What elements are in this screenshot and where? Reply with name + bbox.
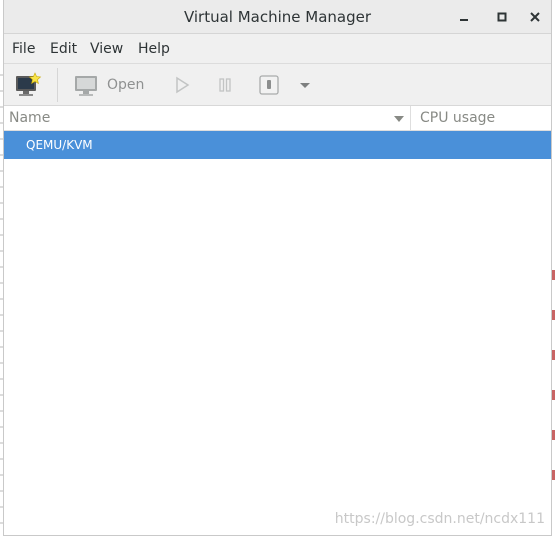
column-header: Name CPU usage xyxy=(4,106,551,131)
connection-row[interactable]: QEMU/KVM xyxy=(4,131,551,159)
minimize-icon xyxy=(460,19,468,21)
column-name-label: Name xyxy=(9,110,51,126)
new-vm-button[interactable] xyxy=(14,72,42,98)
toolbar: Open xyxy=(4,64,551,106)
monitor-icon xyxy=(75,76,97,96)
close-button[interactable] xyxy=(526,8,544,26)
maximize-icon xyxy=(497,12,507,22)
chevron-down-icon xyxy=(300,83,310,88)
shutdown-dropdown-button[interactable] xyxy=(297,72,313,98)
power-icon xyxy=(259,75,279,95)
column-cpu-usage[interactable]: CPU usage xyxy=(412,106,551,131)
open-button-label[interactable]: Open xyxy=(107,64,144,106)
shutdown-button[interactable] xyxy=(257,72,281,98)
column-cpu-label: CPU usage xyxy=(420,110,496,126)
connection-label: QEMU/KVM xyxy=(26,138,93,152)
minimize-button[interactable] xyxy=(455,8,473,26)
maximize-button[interactable] xyxy=(493,8,511,26)
column-name[interactable]: Name xyxy=(4,106,411,131)
new-vm-icon xyxy=(16,72,42,96)
menu-help[interactable]: Help xyxy=(138,34,170,64)
pause-icon xyxy=(219,78,231,92)
menu-view[interactable]: View xyxy=(90,34,123,64)
titlebar: Virtual Machine Manager xyxy=(4,0,551,34)
pause-button[interactable] xyxy=(215,72,235,98)
open-button[interactable] xyxy=(72,72,100,98)
watermark: https://blog.csdn.net/ncdx111 xyxy=(334,511,545,527)
vmm-window: Virtual Machine Manager File Edit View H… xyxy=(3,0,552,536)
run-button[interactable] xyxy=(172,72,192,98)
sort-down-icon xyxy=(394,116,404,122)
menubar: File Edit View Help xyxy=(4,34,551,64)
close-icon xyxy=(530,12,540,22)
play-icon xyxy=(176,76,190,94)
menu-edit[interactable]: Edit xyxy=(50,34,77,64)
menu-file[interactable]: File xyxy=(12,34,35,64)
toolbar-separator xyxy=(57,68,58,102)
